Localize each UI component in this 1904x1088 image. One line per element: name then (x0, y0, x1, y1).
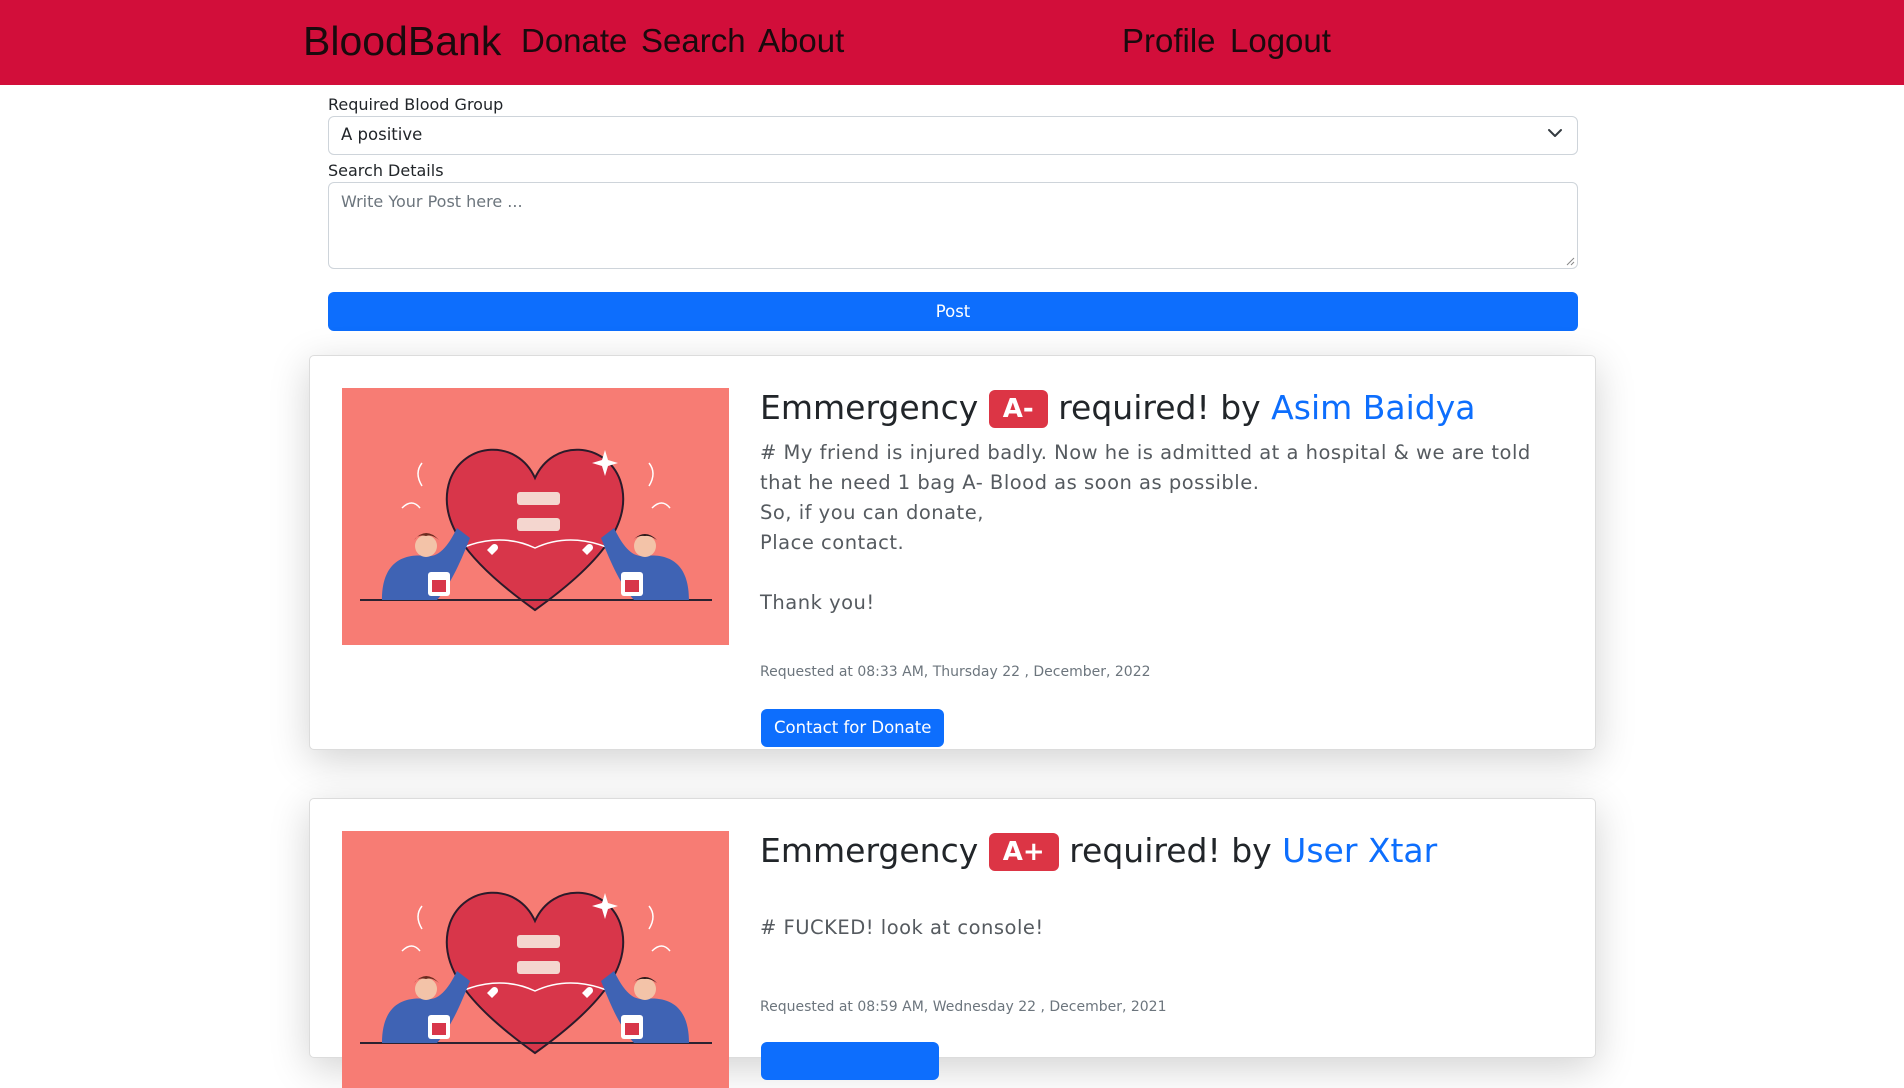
heart-donation-illustration (342, 831, 729, 1088)
author-link[interactable]: User Xtar (1282, 831, 1437, 870)
nav-link-donate[interactable]: Donate (521, 22, 627, 60)
heart-illustration-icon (342, 831, 729, 1088)
post-text: # My friend is injured badly. Now he is … (760, 441, 1531, 614)
card-body: Emmergency A+ required! by User Xtar # F… (760, 829, 1570, 1080)
request-card: Emmergency A+ required! by User Xtar # F… (309, 798, 1596, 1088)
blood-group-badge: A+ (988, 833, 1059, 871)
heart-donation-illustration (342, 388, 729, 645)
resize-grip-icon[interactable] (1565, 256, 1575, 266)
blood-group-label: Required Blood Group (328, 95, 504, 114)
author-link[interactable]: Asim Baidya (1271, 388, 1475, 427)
post-button[interactable]: Post (328, 292, 1578, 331)
search-details-textarea[interactable]: Write Your Post here ... (328, 182, 1578, 269)
card-body: Emmergency A- required! by Asim Baidya #… (760, 386, 1570, 747)
textarea-placeholder: Write Your Post here ... (341, 192, 523, 211)
request-title: Emmergency A+ required! by User Xtar (760, 829, 1570, 873)
chevron-down-icon (1548, 129, 1562, 137)
title-middle: required! by (1069, 831, 1272, 870)
contact-for-donate-button[interactable]: Contact for Donate (761, 709, 945, 747)
requested-timestamp: Requested at 08:33 AM, Thursday 22 , Dec… (760, 664, 1151, 680)
navbar: BloodBank Donate Search About Profile Lo… (0, 0, 1904, 85)
requested-timestamp: Requested at 08:59 AM, Wednesday 22 , De… (760, 999, 1167, 1015)
nav-link-search[interactable]: Search (641, 22, 746, 60)
nav-link-logout[interactable]: Logout (1230, 22, 1331, 60)
post-text: # FUCKED! look at console! (760, 916, 1044, 939)
contact-for-donate-button[interactable] (761, 1042, 939, 1080)
request-title: Emmergency A- required! by Asim Baidya (760, 386, 1570, 430)
search-details-label: Search Details (328, 161, 444, 180)
blood-group-select[interactable]: A positive (328, 116, 1578, 155)
title-prefix: Emmergency (760, 388, 979, 427)
title-middle: required! by (1058, 388, 1261, 427)
nav-link-profile[interactable]: Profile (1122, 22, 1216, 60)
heart-illustration-icon (342, 388, 729, 645)
blood-group-badge: A- (988, 390, 1048, 428)
brand-logo[interactable]: BloodBank (303, 18, 501, 65)
nav-link-about[interactable]: About (758, 22, 844, 60)
blood-group-selected-value: A positive (341, 125, 423, 144)
request-card: Emmergency A- required! by Asim Baidya #… (309, 355, 1596, 750)
title-prefix: Emmergency (760, 831, 979, 870)
